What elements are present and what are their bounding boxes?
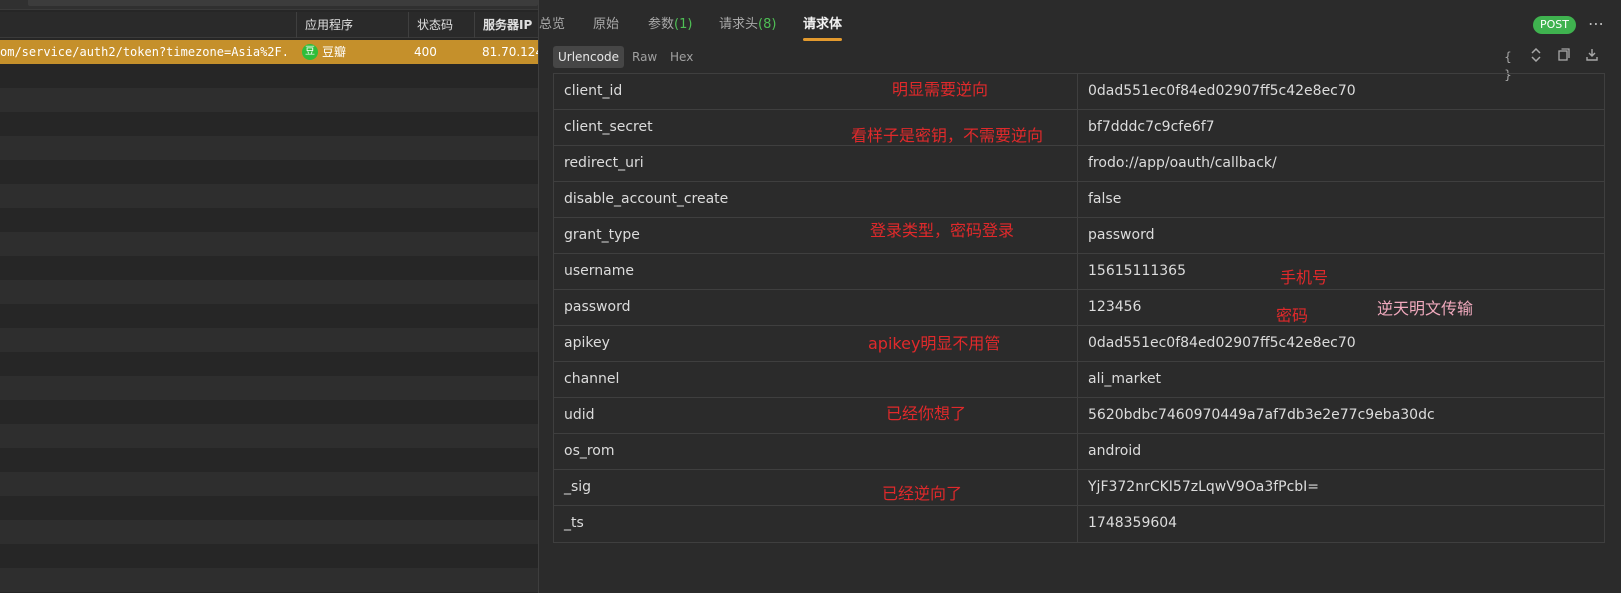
request-row-empty xyxy=(0,232,538,256)
format-tab-urlencode[interactable]: Urlencode xyxy=(553,46,624,68)
request-row-empty xyxy=(0,160,538,184)
request-row-empty xyxy=(0,256,538,280)
field-key: channel xyxy=(554,362,1078,397)
request-app: 豆豆瓣 xyxy=(302,40,402,64)
field-value[interactable]: frodo://app/oauth/callback/ xyxy=(1078,146,1604,181)
more-options-icon[interactable]: ⋯ xyxy=(1588,14,1605,33)
annotation-grant-type: 登录类型，密码登录 xyxy=(870,221,1015,240)
request-row-empty xyxy=(0,568,538,592)
request-row-empty xyxy=(0,88,538,112)
field-value[interactable]: bf7dddc7c9cfe6f7 xyxy=(1078,110,1604,145)
field-value[interactable]: 1748359604 xyxy=(1078,506,1604,542)
field-key: udid xyxy=(554,398,1078,433)
tab-raw[interactable]: 原始 xyxy=(593,16,619,34)
request-list-header: 应用程序 状态码 服务器IP xyxy=(0,12,538,38)
tab-headers[interactable]: 请求头(8) xyxy=(719,16,776,34)
field-value[interactable]: ali_market xyxy=(1078,362,1604,397)
format-tab-raw[interactable]: Raw xyxy=(632,46,657,68)
table-row[interactable]: redirect_uri frodo://app/oauth/callback/ xyxy=(554,146,1604,182)
field-key: client_id xyxy=(554,74,1078,109)
field-key: os_rom xyxy=(554,434,1078,469)
table-row[interactable]: apikey 0dad551ec0f84ed02907ff5c42e8ec70 xyxy=(554,326,1604,362)
request-rows: om/service/auth2/token?timezone=Asia%2F.… xyxy=(0,40,538,593)
request-server-ip: 81.70.124 xyxy=(482,45,538,59)
body-toolbar: { } xyxy=(1499,47,1609,82)
annotation-plaintext: 逆天明文传输 xyxy=(1377,299,1474,318)
column-header-status[interactable]: 状态码 xyxy=(408,12,474,38)
table-row[interactable]: client_secret bf7dddc7c9cfe6f7 xyxy=(554,110,1604,146)
braces-icon[interactable]: { } xyxy=(1499,48,1517,82)
field-value[interactable]: 15615111365 xyxy=(1078,254,1604,289)
top-scrollbar[interactable] xyxy=(28,0,538,6)
request-row-empty xyxy=(0,352,538,376)
request-row-empty xyxy=(0,184,538,208)
request-list-pane: 应用程序 状态码 服务器IP om/service/auth2/token?ti… xyxy=(0,0,538,593)
field-value[interactable]: android xyxy=(1078,434,1604,469)
request-app-name: 豆瓣 xyxy=(322,45,347,59)
request-status: 400 xyxy=(414,45,437,59)
request-row-empty xyxy=(0,520,538,544)
table-row[interactable]: os_rom android xyxy=(554,434,1604,470)
expand-collapse-icon[interactable] xyxy=(1527,47,1545,66)
annotation-client-id: 明显需要逆向 xyxy=(892,80,989,99)
format-tab-hex[interactable]: Hex xyxy=(670,46,693,68)
table-row[interactable]: disable_account_create false xyxy=(554,182,1604,218)
field-key: disable_account_create xyxy=(554,182,1078,217)
request-row-empty xyxy=(0,472,538,496)
request-row-empty xyxy=(0,304,538,328)
field-key: _ts xyxy=(554,506,1078,542)
column-header-server-ip[interactable]: 服务器IP xyxy=(474,12,538,38)
request-detail-pane: 总览 原始 参数(1) 请求头(8) 请求体 POST ⋯ Urlencode … xyxy=(539,0,1621,593)
table-row[interactable]: grant_type password xyxy=(554,218,1604,254)
annotation-client-secret: 看样子是密钥，不需要逆向 xyxy=(851,126,1044,145)
annotation-password: 密码 xyxy=(1276,306,1309,325)
field-key: username xyxy=(554,254,1078,289)
tab-body[interactable]: 请求体 xyxy=(803,16,843,41)
detail-tabs: 总览 原始 参数(1) 请求头(8) 请求体 POST ⋯ xyxy=(539,10,1621,42)
request-row-empty xyxy=(0,400,538,424)
tab-params[interactable]: 参数(1) xyxy=(648,16,692,34)
request-row-empty xyxy=(0,208,538,232)
request-row-empty xyxy=(0,424,538,448)
request-row-empty xyxy=(0,448,538,472)
copy-icon[interactable] xyxy=(1555,48,1573,66)
table-row[interactable]: _sig YjF372nrCKI57zLqwV9Oa3fPcbI= xyxy=(554,470,1604,506)
field-value[interactable]: 0dad551ec0f84ed02907ff5c42e8ec70 xyxy=(1078,326,1604,361)
field-value[interactable]: 123456 xyxy=(1078,290,1604,325)
request-row-selected[interactable]: om/service/auth2/token?timezone=Asia%2F.… xyxy=(0,40,538,64)
request-row-empty xyxy=(0,328,538,352)
table-row[interactable]: _ts 1748359604 xyxy=(554,506,1604,542)
table-row[interactable]: channel ali_market xyxy=(554,362,1604,398)
field-key: password xyxy=(554,290,1078,325)
request-row-empty xyxy=(0,376,538,400)
field-value[interactable]: 5620bdbc7460970449a7af7db3e2e77c9eba30dc xyxy=(1078,398,1604,433)
download-icon[interactable] xyxy=(1583,48,1601,66)
tab-overview[interactable]: 总览 xyxy=(539,16,565,34)
table-row[interactable]: udid 5620bdbc7460970449a7af7db3e2e77c9eba… xyxy=(554,398,1604,434)
field-value[interactable]: false xyxy=(1078,182,1604,217)
douban-logo-icon: 豆 xyxy=(302,43,318,60)
annotation-udid: 已经你想了 xyxy=(886,404,967,423)
annotation-apikey: apikey明显不用管 xyxy=(868,334,1001,353)
request-url: om/service/auth2/token?timezone=Asia%2F.… xyxy=(0,45,286,59)
annotation-username: 手机号 xyxy=(1280,268,1329,287)
method-badge: POST xyxy=(1533,16,1576,34)
annotation-sig: 已经逆向了 xyxy=(882,484,963,503)
column-header-app[interactable]: 应用程序 xyxy=(296,12,408,38)
request-row-empty xyxy=(0,280,538,304)
request-row-empty xyxy=(0,112,538,136)
field-value[interactable]: YjF372nrCKI57zLqwV9Oa3fPcbI= xyxy=(1078,470,1604,505)
request-row-empty xyxy=(0,496,538,520)
request-row-empty xyxy=(0,64,538,88)
field-key: redirect_uri xyxy=(554,146,1078,181)
field-value[interactable]: password xyxy=(1078,218,1604,253)
field-key: _sig xyxy=(554,470,1078,505)
field-value[interactable]: 0dad551ec0f84ed02907ff5c42e8ec70 xyxy=(1078,74,1604,109)
request-row-empty xyxy=(0,544,538,568)
request-row-empty xyxy=(0,136,538,160)
table-row[interactable]: username 15615111365 xyxy=(554,254,1604,290)
table-row[interactable]: client_id 0dad551ec0f84ed02907ff5c42e8ec7… xyxy=(554,74,1604,110)
